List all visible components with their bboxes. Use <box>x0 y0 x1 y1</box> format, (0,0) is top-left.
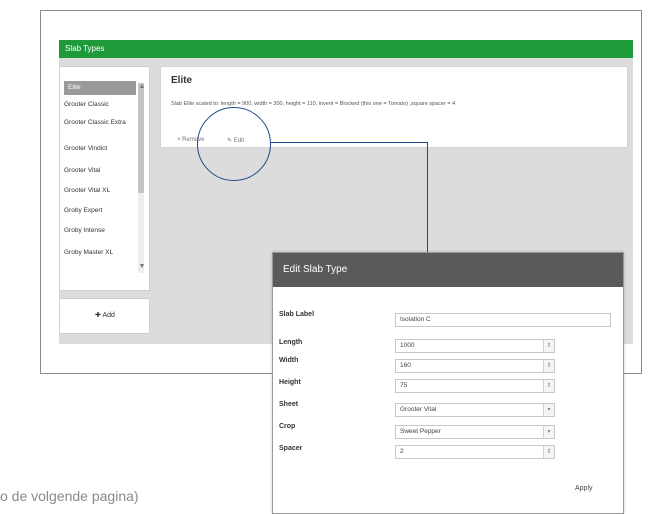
sheet-label: Sheet <box>279 401 299 408</box>
list-item[interactable]: Groby Intense <box>64 227 134 235</box>
width-label: Width <box>279 357 299 364</box>
page-footnote: o de volgende pagina) <box>0 488 139 504</box>
detail-description: Slab Elite scaled to: length = 900, widt… <box>171 101 456 107</box>
chevron-down-icon[interactable]: ▾ <box>543 426 554 438</box>
list-item-elite[interactable]: Elite <box>64 81 136 95</box>
spacer-value: 2 <box>400 448 404 455</box>
length-value: 1000 <box>400 342 415 349</box>
spacer-stepper[interactable]: 2 ⇕ <box>395 445 555 459</box>
stepper-icon[interactable]: ⇕ <box>543 340 554 352</box>
callout-line-vertical <box>427 142 428 252</box>
sheet-select[interactable]: Grooter Vital ▾ <box>395 403 555 417</box>
crop-label: Crop <box>279 423 296 430</box>
scroll-up-icon[interactable]: ▲ <box>138 83 146 90</box>
app-title: Slab Types <box>65 44 105 53</box>
list-item[interactable]: Groby Master XL <box>64 249 134 257</box>
stepper-icon[interactable]: ⇕ <box>543 446 554 458</box>
height-value: 75 <box>400 382 408 389</box>
edit-slab-type-dialog: Edit Slab Type Slab Label Isolation C Le… <box>272 252 624 514</box>
callout-circle <box>197 107 271 181</box>
apply-button[interactable]: Apply <box>575 485 593 492</box>
spacer-label: Spacer <box>279 445 303 452</box>
callout-line-horizontal <box>270 142 428 143</box>
list-scrollbar-thumb[interactable] <box>138 83 144 193</box>
width-value: 160 <box>400 362 411 369</box>
list-item[interactable]: Grooter Vital <box>64 167 134 175</box>
height-label: Height <box>279 379 301 386</box>
slab-type-list: Elite Grooter Classic Grooter Classic Ex… <box>59 66 150 291</box>
list-item[interactable]: Grooter Vital XL <box>64 187 134 195</box>
width-stepper[interactable]: 160 ⇕ <box>395 359 555 373</box>
slab-label-label: Slab Label <box>279 311 315 318</box>
list-item[interactable]: Grooter Vindict <box>64 145 134 153</box>
stepper-icon[interactable]: ⇕ <box>543 360 554 372</box>
slab-label-field[interactable]: Isolation C <box>395 313 611 327</box>
add-button[interactable]: ✚ Add <box>80 309 130 323</box>
list-item[interactable]: Groby Expert <box>64 207 134 215</box>
app-title-bar: Slab Types <box>59 40 633 58</box>
detail-title: Elite <box>171 75 193 86</box>
dialog-title: Edit Slab Type <box>273 253 623 287</box>
length-stepper[interactable]: 1000 ⇕ <box>395 339 555 353</box>
stepper-icon[interactable]: ⇕ <box>543 380 554 392</box>
add-panel: ✚ Add <box>59 298 150 334</box>
scroll-down-icon[interactable]: ▼ <box>138 263 146 270</box>
crop-value: Sweet Pepper <box>400 428 441 435</box>
list-item[interactable]: Grooter Classic Extra <box>64 119 134 127</box>
list-item[interactable]: Grooter Classic <box>64 101 134 109</box>
height-stepper[interactable]: 75 ⇕ <box>395 379 555 393</box>
crop-select[interactable]: Sweet Pepper ▾ <box>395 425 555 439</box>
sheet-value: Grooter Vital <box>400 406 437 413</box>
chevron-down-icon[interactable]: ▾ <box>543 404 554 416</box>
length-label: Length <box>279 339 303 346</box>
